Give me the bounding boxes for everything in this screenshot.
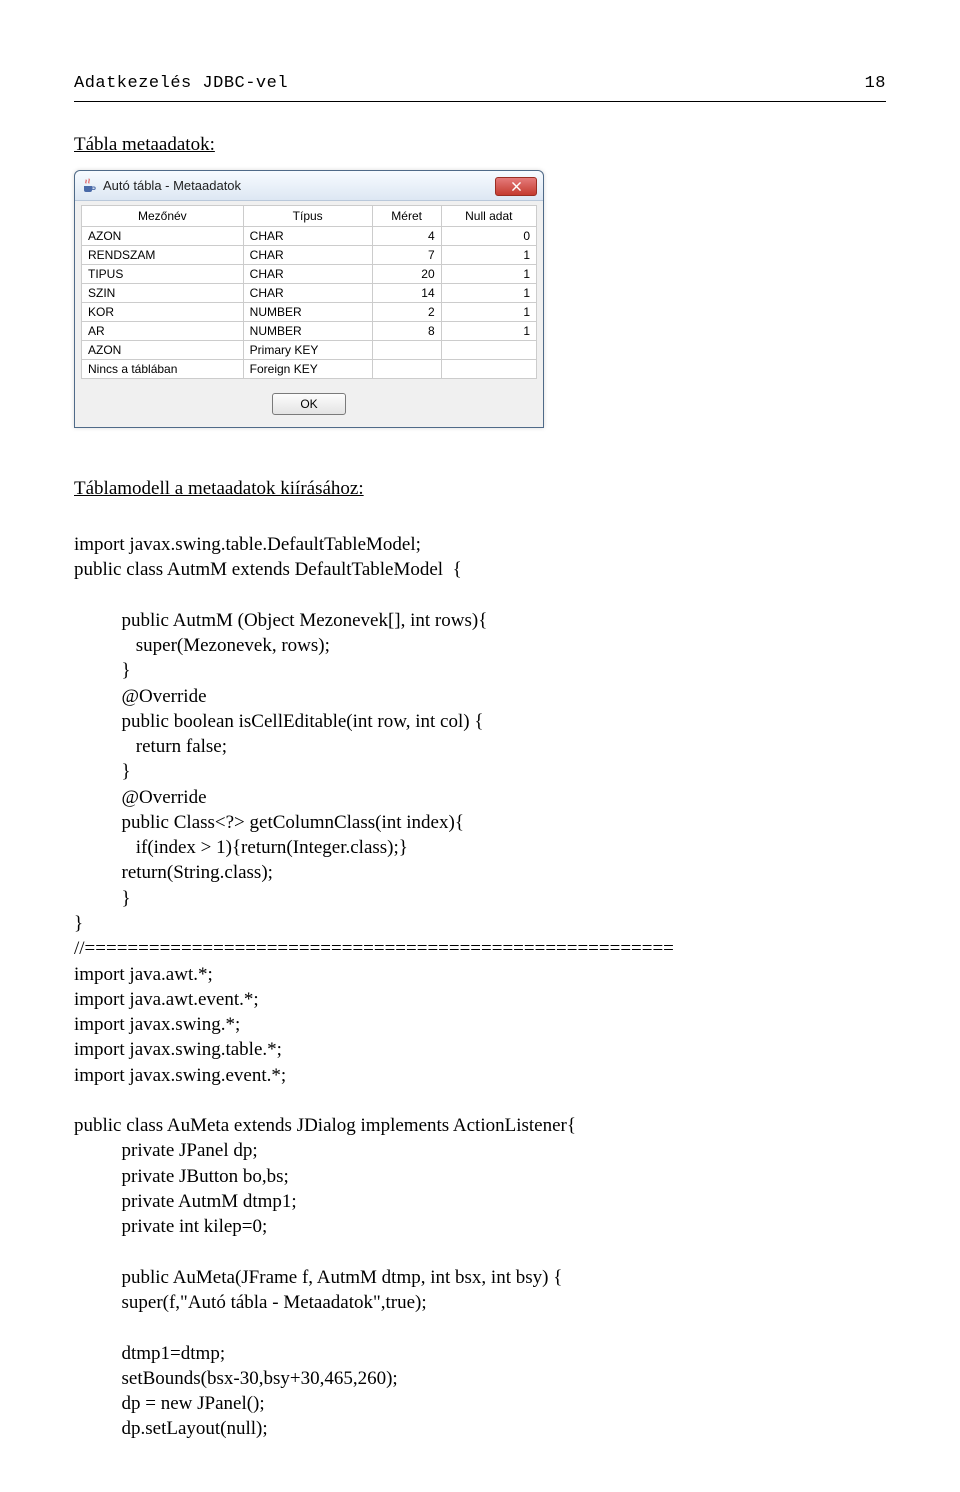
column-header: Mezőnév (82, 206, 244, 227)
table-cell: CHAR (243, 284, 372, 303)
table-cell: CHAR (243, 227, 372, 246)
table-row: Nincs a táblábanForeign KEY (82, 360, 537, 379)
metadata-table: Mezőnév Típus Méret Null adat AZONCHAR40… (81, 205, 537, 379)
table-cell: NUMBER (243, 303, 372, 322)
table-row: KORNUMBER21 (82, 303, 537, 322)
table-cell (441, 341, 536, 360)
table-header-row: Mezőnév Típus Méret Null adat (82, 206, 537, 227)
page-header: Adatkezelés JDBC-vel 18 (74, 74, 886, 93)
column-header: Null adat (441, 206, 536, 227)
metadata-dialog: Autó tábla - Metaadatok Mezőnév Típus Mé… (74, 170, 544, 428)
table-cell: 7 (372, 246, 441, 265)
table-cell: AR (82, 322, 244, 341)
table-row: RENDSZAMCHAR71 (82, 246, 537, 265)
table-cell: 1 (441, 322, 536, 341)
table-row: ARNUMBER81 (82, 322, 537, 341)
header-right: 18 (865, 74, 886, 93)
table-row: TIPUSCHAR201 (82, 265, 537, 284)
table-cell: SZIN (82, 284, 244, 303)
table-cell: Primary KEY (243, 341, 372, 360)
close-icon (512, 182, 521, 191)
table-cell: AZON (82, 227, 244, 246)
document-page: Adatkezelés JDBC-vel 18 Tábla metaadatok… (0, 0, 960, 1492)
table-cell (441, 360, 536, 379)
table-cell: 4 (372, 227, 441, 246)
column-header: Típus (243, 206, 372, 227)
table-cell: 1 (441, 303, 536, 322)
table-cell: 2 (372, 303, 441, 322)
table-cell (372, 341, 441, 360)
table-cell: AZON (82, 341, 244, 360)
table-cell: Foreign KEY (243, 360, 372, 379)
java-coffee-icon (81, 178, 97, 194)
table-row: AZONCHAR40 (82, 227, 537, 246)
table-cell (372, 360, 441, 379)
section-title-metadata: Tábla metaadatok: (74, 134, 886, 156)
table-cell: KOR (82, 303, 244, 322)
table-cell: NUMBER (243, 322, 372, 341)
code-block-1: import javax.swing.table.DefaultTableMod… (74, 532, 886, 1442)
table-cell: Nincs a táblában (82, 360, 244, 379)
table-cell: 0 (441, 227, 536, 246)
table-cell: CHAR (243, 265, 372, 284)
section-title-model: Táblamodell a metaadatok kiírásához: (74, 478, 886, 500)
table-cell: CHAR (243, 246, 372, 265)
table-cell: 14 (372, 284, 441, 303)
table-cell: 1 (441, 265, 536, 284)
table-row: SZINCHAR141 (82, 284, 537, 303)
close-button[interactable] (495, 177, 537, 196)
dialog-title: Autó tábla - Metaadatok (103, 178, 495, 193)
table-cell: TIPUS (82, 265, 244, 284)
dialog-body: Mezőnév Típus Méret Null adat AZONCHAR40… (75, 201, 543, 427)
header-rule (74, 101, 886, 102)
dialog-button-row: OK (81, 393, 537, 415)
table-cell: 20 (372, 265, 441, 284)
table-row: AZONPrimary KEY (82, 341, 537, 360)
table-cell: 1 (441, 284, 536, 303)
table-cell: RENDSZAM (82, 246, 244, 265)
column-header: Méret (372, 206, 441, 227)
ok-button[interactable]: OK (272, 393, 346, 415)
table-cell: 8 (372, 322, 441, 341)
dialog-titlebar: Autó tábla - Metaadatok (75, 171, 543, 201)
header-left: Adatkezelés JDBC-vel (74, 74, 288, 93)
table-cell: 1 (441, 246, 536, 265)
